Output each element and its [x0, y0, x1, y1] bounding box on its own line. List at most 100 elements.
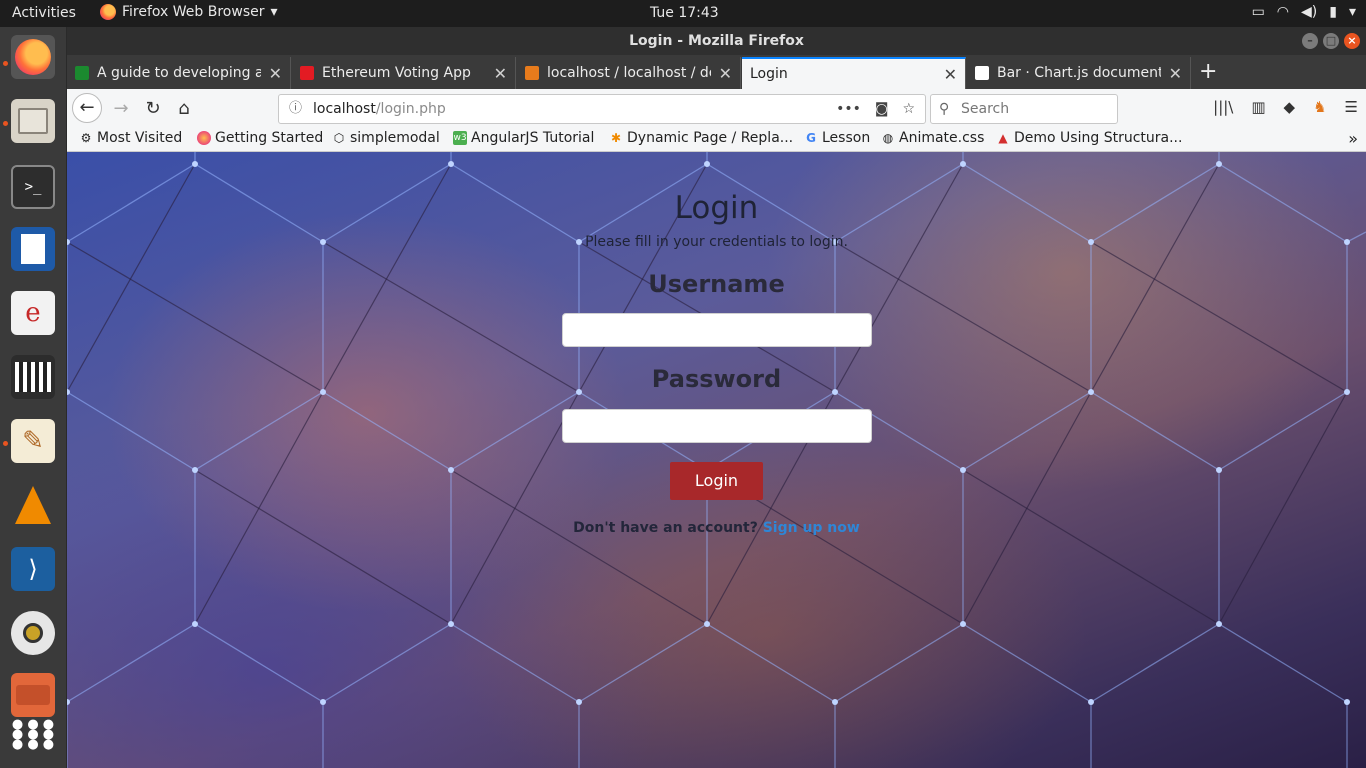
home-button[interactable]: ⌂ — [170, 95, 198, 123]
bookmark-label: Dynamic Page / Repla... — [627, 130, 794, 146]
bookmark-label: AngularJS Tutorial — [471, 130, 595, 146]
more-actions-icon[interactable]: ••• — [836, 95, 861, 123]
bookmark-most-visited[interactable]: ⚙ Most Visited — [79, 130, 183, 146]
login-title: Login — [674, 190, 759, 226]
close-tab-icon[interactable]: ✕ — [494, 64, 507, 83]
search-placeholder: Search — [961, 101, 1010, 117]
pdf-viewer-icon[interactable]: e — [11, 291, 55, 335]
url-bar[interactable]: ⓘ localhost/login.php ••• ◙ ☆ — [278, 94, 926, 124]
forward-button[interactable]: → — [107, 95, 135, 123]
tab-bar: A guide to developing an ✕ Ethereum Voti… — [67, 55, 1366, 89]
new-tab-button[interactable]: + — [1199, 59, 1217, 84]
globe-icon: ◍ — [882, 131, 894, 145]
maximize-icon[interactable]: □ — [1323, 33, 1339, 49]
password-field[interactable] — [562, 409, 872, 443]
bookmark-label: Animate.css — [899, 130, 985, 146]
url-host: localhost — [313, 101, 376, 117]
vlc-icon[interactable] — [11, 483, 55, 527]
bookmark-demo-structural[interactable]: ▲ Demo Using Structura... — [996, 130, 1182, 146]
tab-chartjs[interactable]: Bar · Chart.js documenta ✕ — [967, 57, 1191, 89]
minimize-icon[interactable]: – — [1302, 33, 1318, 49]
bookmark-angularjs[interactable]: w3 AngularJS Tutorial — [453, 130, 594, 146]
clock[interactable]: Tue 17:43 — [650, 5, 719, 21]
pocket-icon[interactable]: ◙ — [875, 95, 889, 123]
tab-label: Login — [750, 66, 788, 82]
chevron-down-icon[interactable]: ▾ — [1349, 4, 1356, 20]
bookmark-dynamic-page[interactable]: ✱ Dynamic Page / Repla... — [609, 130, 793, 146]
app-grid-icon[interactable]: ● ● ● ● ● ● ● ● ● — [11, 713, 55, 757]
app-menu-label: Firefox Web Browser — [122, 4, 265, 20]
username-field[interactable] — [562, 313, 872, 347]
url-path: /login.php — [375, 101, 446, 117]
tab-label: Ethereum Voting App — [322, 65, 471, 81]
window-controls: – □ × — [1302, 33, 1360, 49]
running-indicator — [3, 121, 8, 126]
close-icon[interactable]: × — [1344, 33, 1360, 49]
terminal-icon[interactable]: >_ — [11, 165, 55, 209]
activities-button[interactable]: Activities — [12, 5, 76, 21]
firefox-icon — [197, 131, 211, 145]
files-icon[interactable] — [11, 99, 55, 143]
page-content: Login Please fill in your credentials to… — [67, 152, 1366, 768]
tab-phpmyadmin[interactable]: localhost / localhost / de ✕ — [517, 57, 741, 89]
tab-label: Bar · Chart.js documenta — [997, 65, 1161, 81]
bookmark-simplemodal[interactable]: ⬡ simplemodal — [332, 130, 440, 146]
chevron-right-icon[interactable]: » — [1348, 129, 1358, 148]
bookmark-star-icon[interactable]: ☆ — [902, 95, 915, 123]
tab-favicon-icon — [300, 66, 314, 80]
close-tab-icon[interactable]: ✕ — [1169, 64, 1182, 83]
tab-login[interactable]: Login ✕ — [742, 57, 966, 89]
system-tray[interactable]: ▭ ◠ ◀) ▮ ▾ — [1252, 4, 1356, 20]
firefox-launcher-icon[interactable] — [11, 35, 55, 79]
running-indicator — [3, 441, 8, 446]
bookmark-label: Demo Using Structura... — [1014, 130, 1183, 146]
tab-favicon-icon — [75, 66, 89, 80]
app-menu[interactable]: Firefox Web Browser ▾ — [100, 4, 278, 20]
bookmarks-toolbar: ⚙ Most Visited Getting Started ⬡ simplem… — [67, 127, 1366, 152]
tab-ethereum[interactable]: Ethereum Voting App ✕ — [292, 57, 516, 89]
bookmark-getting-started[interactable]: Getting Started — [197, 130, 323, 146]
toolbox-icon[interactable] — [11, 673, 55, 717]
bookmark-animate-css[interactable]: ◍ Animate.css — [881, 130, 985, 146]
wifi-icon[interactable]: ◠ — [1277, 4, 1289, 20]
navigation-toolbar: ← → ↻ ⌂ ⓘ localhost/login.php ••• ◙ ☆ ⚲ … — [67, 89, 1366, 127]
tab-favicon-icon — [975, 66, 989, 80]
login-button[interactable]: Login — [670, 462, 763, 500]
back-button[interactable]: ← — [72, 93, 102, 123]
screen-icon[interactable]: ▭ — [1252, 4, 1265, 20]
search-input[interactable]: ⚲ Search — [930, 94, 1118, 124]
gear-icon: ⚙ — [80, 131, 92, 145]
speaker-icon[interactable] — [11, 611, 55, 655]
window-title: Login - Mozilla Firefox — [629, 33, 804, 49]
w3-icon: w3 — [453, 131, 467, 145]
bookmark-label: simplemodal — [350, 130, 440, 146]
battery-icon[interactable]: ▮ — [1329, 4, 1337, 20]
reload-button[interactable]: ↻ — [139, 95, 167, 123]
cube-icon: ⬡ — [333, 131, 345, 145]
writer-icon[interactable] — [11, 227, 55, 271]
video-editor-icon[interactable] — [11, 355, 55, 399]
info-icon[interactable]: ⓘ — [289, 95, 302, 123]
volume-icon[interactable]: ◀) — [1301, 4, 1317, 20]
url-text: localhost/login.php — [313, 95, 446, 123]
extension-icon[interactable]: ◆ — [1284, 98, 1296, 116]
text-editor-icon[interactable]: ✎ — [11, 419, 55, 463]
close-tab-icon[interactable]: ✕ — [269, 64, 282, 83]
signup-link[interactable]: Sign up now — [763, 520, 860, 536]
close-tab-icon[interactable]: ✕ — [944, 65, 957, 84]
sidebar-icon[interactable]: ▥ — [1251, 98, 1265, 116]
metamask-icon[interactable]: ♞ — [1313, 98, 1326, 116]
login-subtitle: Please fill in your credentials to login… — [585, 234, 848, 250]
tab-label: A guide to developing an — [97, 65, 261, 81]
library-icon[interactable]: |||\ — [1213, 98, 1233, 116]
toolbar-right: |||\ ▥ ◆ ♞ ☰ — [1213, 98, 1358, 116]
login-form: Login Please fill in your credentials to… — [67, 152, 1366, 768]
tab-label: localhost / localhost / de — [547, 65, 711, 81]
google-icon: G — [806, 131, 816, 145]
bookmark-lesson[interactable]: G Lesson — [804, 130, 870, 146]
password-label: Password — [651, 365, 782, 393]
vscode-icon[interactable]: ⟩ — [11, 547, 55, 591]
tab-guide[interactable]: A guide to developing an ✕ — [67, 57, 291, 89]
menu-icon[interactable]: ☰ — [1345, 98, 1358, 116]
close-tab-icon[interactable]: ✕ — [719, 64, 732, 83]
